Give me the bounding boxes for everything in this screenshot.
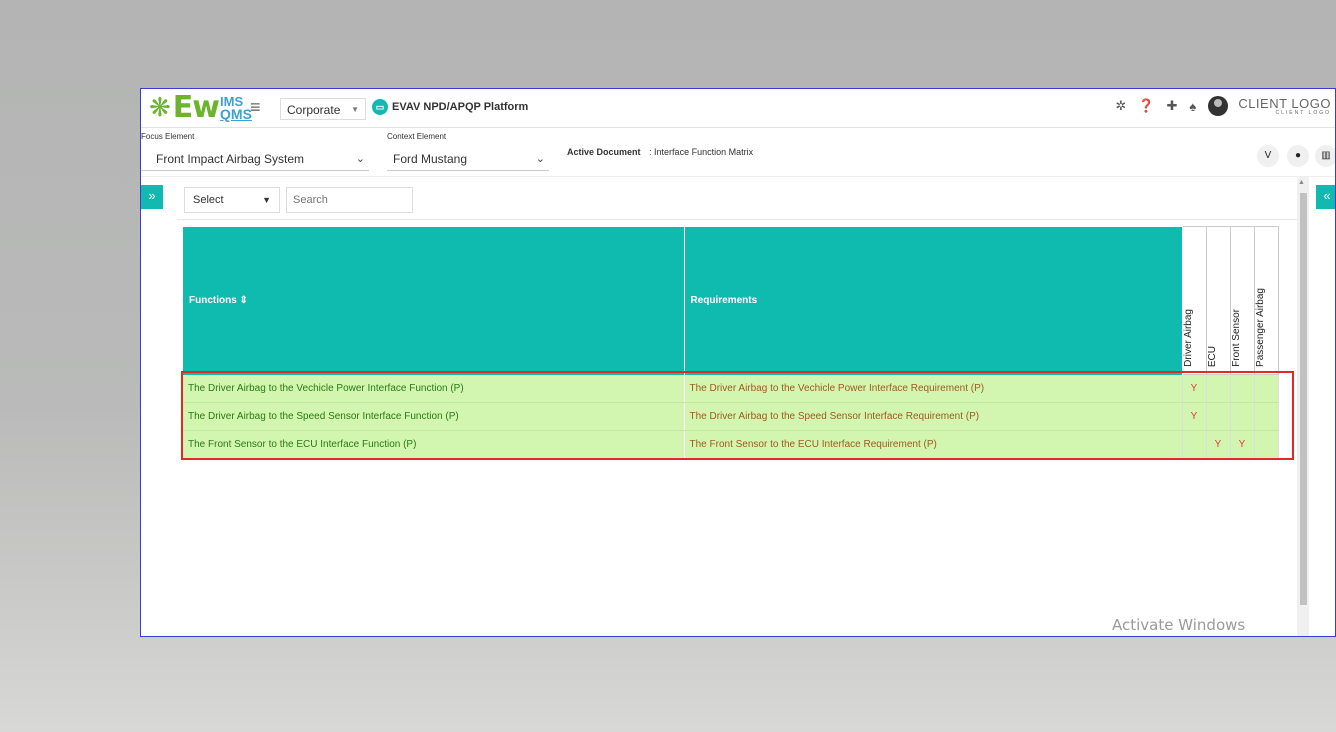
matrix-column-header: ECU xyxy=(1205,226,1231,375)
context-element-value: Ford Mustang xyxy=(393,152,468,166)
scrollbar-thumb[interactable] xyxy=(1300,193,1307,605)
header-actions: ✲ ❓ ✚ ♠ CLIENT LOGO CLIENT LOGO xyxy=(1115,96,1335,116)
settings-icon[interactable]: ✲ xyxy=(1115,98,1126,114)
matrix-cell[interactable] xyxy=(1205,402,1231,431)
monitor-icon: ▭ xyxy=(372,99,388,115)
matrix-cell[interactable]: Y xyxy=(1229,430,1255,459)
top-bar: ❋ Ew IMS QMS ≡ Corporate ▼ ▭ EVAV NPD/AP… xyxy=(141,89,1335,128)
function-cell[interactable]: The Driver Airbag to the Speed Sensor In… xyxy=(183,402,685,431)
chevron-down-icon: ⌄ xyxy=(355,153,365,165)
matrix-column-header: Driver Airbag xyxy=(1181,226,1207,375)
focus-element-value: Front Impact Airbag System xyxy=(156,152,305,166)
function-cell[interactable]: The Driver Airbag to the Vechicle Power … xyxy=(183,374,685,403)
matrix-cell[interactable] xyxy=(1253,402,1279,431)
matrix-cell[interactable] xyxy=(1253,430,1279,459)
focus-element-select[interactable]: Front Impact Airbag System ⌄ xyxy=(141,147,369,171)
requirement-cell[interactable]: The Driver Airbag to the Vechicle Power … xyxy=(684,374,1182,403)
matrix-column-header: Front Sensor xyxy=(1229,226,1255,375)
function-cell[interactable]: The Front Sensor to the ECU Interface Fu… xyxy=(183,430,685,459)
context-element-select[interactable]: Ford Mustang ⌄ xyxy=(387,147,549,171)
app-logo[interactable]: ❋ Ew IMS QMS xyxy=(149,93,252,123)
expand-left-button[interactable]: » xyxy=(141,185,163,209)
filter-select[interactable]: Select ▼ xyxy=(184,187,280,213)
matrix-cell[interactable]: Y xyxy=(1181,374,1207,403)
scroll-up-icon[interactable]: ▲ xyxy=(1298,179,1305,186)
client-logo-text: CLIENT LOGO xyxy=(1238,95,1331,111)
matrix-cell[interactable] xyxy=(1229,374,1255,403)
add-icon[interactable]: ✚ xyxy=(1167,98,1178,114)
organization-select-value: Corporate xyxy=(287,103,341,117)
help-icon[interactable]: ❓ xyxy=(1138,98,1154,114)
table-row[interactable]: The Driver Airbag to the Vechicle Power … xyxy=(183,374,1279,403)
logo-qms-text: QMS xyxy=(220,106,252,122)
platform-selector[interactable]: ▭ EVAV NPD/APQP Platform xyxy=(372,99,528,115)
v-icon[interactable]: V xyxy=(1257,145,1279,167)
active-document: Active Document : Interface Function Mat… xyxy=(567,147,753,157)
requirement-cell[interactable]: The Front Sensor to the ECU Interface Re… xyxy=(684,430,1182,459)
bell-icon[interactable]: ♠ xyxy=(1189,99,1196,114)
requirements-column-header: Requirements xyxy=(684,226,1183,375)
functions-column-header[interactable]: Functions ⇕ xyxy=(183,226,685,375)
filter-select-value: Select xyxy=(193,194,224,206)
logo-star-icon: ❋ xyxy=(149,93,171,123)
caret-down-icon: ▼ xyxy=(351,105,359,114)
chevron-down-icon: ⌄ xyxy=(535,153,545,165)
expand-right-button[interactable]: « xyxy=(1316,185,1335,209)
active-document-value: : Interface Function Matrix xyxy=(649,147,754,157)
chevron-down-icon: ▼ xyxy=(262,195,271,205)
platform-title: EVAV NPD/APQP Platform xyxy=(392,101,529,113)
matrix-cell[interactable]: Y xyxy=(1205,430,1231,459)
filter-divider xyxy=(177,219,1304,220)
active-document-label: Active Document xyxy=(567,147,641,157)
table-row[interactable]: The Front Sensor to the ECU Interface Fu… xyxy=(183,430,1279,459)
client-logo: CLIENT LOGO CLIENT LOGO xyxy=(1238,97,1331,116)
search-input[interactable] xyxy=(286,187,413,213)
chart-icon[interactable]: ▥ xyxy=(1315,145,1335,167)
divider xyxy=(141,176,1335,177)
logo-ew-text: Ew xyxy=(172,90,220,125)
context-element-label: Context Element xyxy=(387,132,447,141)
matrix-cell[interactable] xyxy=(1205,374,1231,403)
organization-select[interactable]: Corporate ▼ xyxy=(280,98,366,120)
matrix-cell[interactable] xyxy=(1181,430,1207,459)
app-window: ❋ Ew IMS QMS ≡ Corporate ▼ ▭ EVAV NPD/AP… xyxy=(140,88,1336,637)
focus-element-label: Focus Element xyxy=(141,132,195,141)
activate-windows-watermark: Activate Windows xyxy=(1112,616,1246,634)
avatar[interactable] xyxy=(1208,96,1229,116)
table-row[interactable]: The Driver Airbag to the Speed Sensor In… xyxy=(183,402,1279,431)
matrix-cell[interactable] xyxy=(1229,402,1255,431)
matrix-column-header: Passenger Airbag xyxy=(1253,226,1279,375)
matrix-cell[interactable] xyxy=(1253,374,1279,403)
requirement-cell[interactable]: The Driver Airbag to the Speed Sensor In… xyxy=(684,402,1182,431)
client-logo-subtext: CLIENT LOGO xyxy=(1275,109,1331,116)
matrix-cell[interactable]: Y xyxy=(1181,402,1207,431)
drop-icon[interactable]: ● xyxy=(1287,145,1309,167)
interface-function-matrix: Functions ⇕ Requirements Driver Airbag E… xyxy=(183,226,1279,459)
menu-icon[interactable]: ≡ xyxy=(250,97,261,118)
